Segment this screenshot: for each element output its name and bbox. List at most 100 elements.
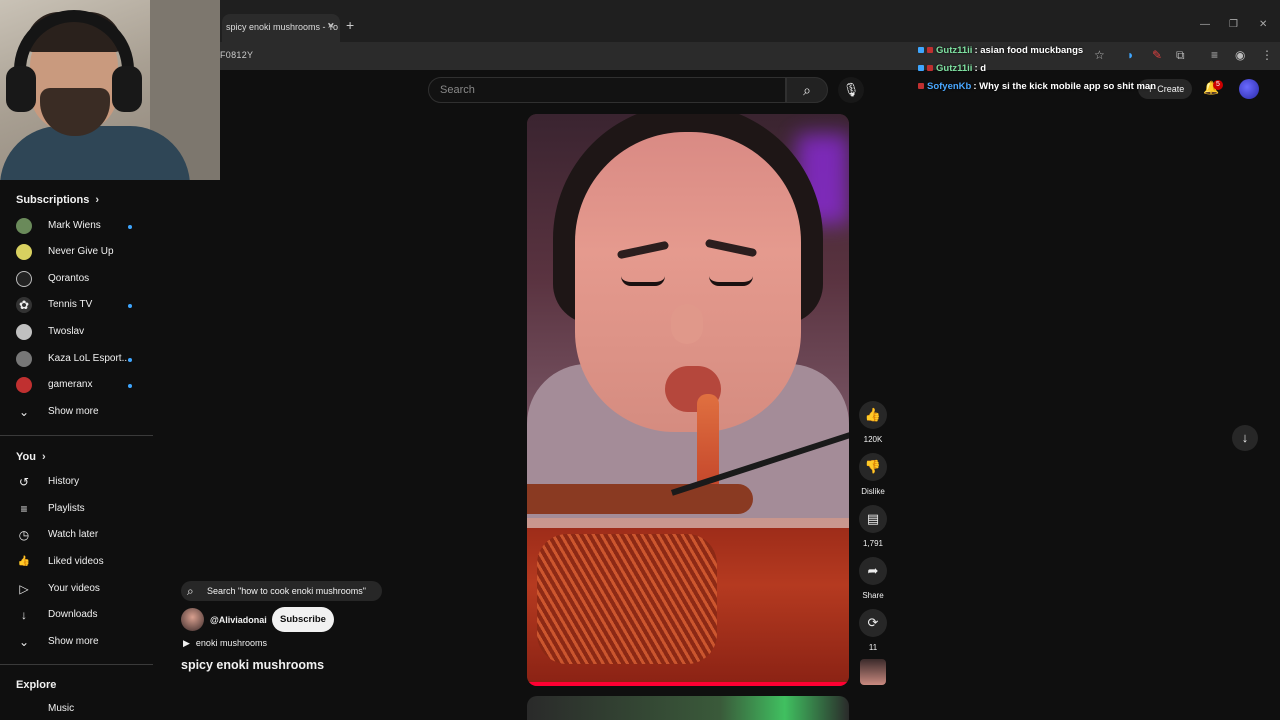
video-bowl-rim [527,518,849,528]
sidebar-item-qorantos[interactable]: Qorantos [0,267,153,293]
sidebar-item-label: gameranx [48,379,93,390]
sidebar-item-label: Music [48,703,75,714]
extension-icon[interactable]: ◗ [1127,48,1134,62]
subscribe-button[interactable]: Subscribe [272,607,334,632]
video-nose [671,304,703,344]
history-icon: ↺ [18,475,30,489]
clock-icon: ◷ [18,528,30,542]
dislike-button[interactable]: 👎 Dislike [859,453,887,496]
window-close-icon[interactable]: ✕ [1259,19,1267,30]
like-button[interactable]: 👍 120K [859,401,887,444]
search-button[interactable]: ⌕ [786,77,828,103]
sidebar-item-label: Kaza LoL Esport... [48,353,130,364]
profile-icon[interactable]: ◉ [1235,48,1245,62]
bookmark-star-icon[interactable]: ☆ [1094,48,1105,62]
like-count: 120K [863,435,883,444]
new-content-dot [128,384,132,388]
chat-message: Gutz11ii: asian food muckbangs [918,45,1083,56]
new-tab-button[interactable]: + [346,17,354,33]
chat-message: SofyenKb: Why si the kick mobile app so … [918,81,1156,92]
search-placeholder: Search [440,84,475,96]
video-progress-bar[interactable] [527,682,849,686]
remix-count: 11 [868,643,878,652]
sidebar-item-mark-wiens[interactable]: Mark Wiens [0,214,153,240]
browser-tab[interactable]: spicy enoki mushrooms - Yo × [222,14,340,42]
share-button[interactable]: ➦ Share [859,557,887,600]
you-heading[interactable]: You › [16,451,46,463]
media-icon[interactable]: ≡ [1211,48,1218,62]
chat-text: : asian food muckbangs [974,45,1084,56]
sidebar-item-twoslav[interactable]: Twoslav [0,320,153,346]
headphone-cup-left [6,66,36,112]
sidebar-item-label: Downloads [48,609,98,620]
new-content-dot [128,304,132,308]
minimize-icon[interactable]: — [1200,19,1210,30]
sidebar-item-label: Watch later [48,529,99,540]
sidebar-item-gameranx[interactable]: gameranx [0,373,153,399]
account-avatar[interactable] [1239,79,1259,99]
comment-icon: ▤ [859,505,887,533]
chevron-right-icon: › [41,451,46,463]
chevron-right-icon: › [95,194,100,206]
sidebar-item-music[interactable]: Music [0,697,153,720]
remix-button[interactable]: ⟳ 11 [859,609,887,652]
channel-avatar [16,351,32,367]
sidebar-item-downloads[interactable]: ↓ Downloads [0,603,153,629]
explore-heading: Explore [16,679,56,691]
sidebar-item-watch-later[interactable]: ◷ Watch later [0,523,153,549]
comments-button[interactable]: ▤ 1,791 [859,505,887,548]
your-videos-icon: ▷ [19,582,29,596]
maximize-icon[interactable]: ❐ [1229,19,1238,30]
notification-badge: 5 [1213,80,1223,90]
download-icon: ↓ [21,608,27,622]
sidebar-divider [0,435,153,436]
video-title: spicy enoki mushrooms [181,658,325,672]
search-input[interactable]: Search [428,77,786,103]
cam-shirt [0,126,190,180]
play-icon: ▶ [183,638,190,648]
next-short-preview[interactable] [527,696,849,720]
sidebar-item-playlists[interactable]: ≡ Playlists [0,497,153,523]
video-enoki [537,534,717,664]
show-more-label: Show more [48,406,99,417]
sidebar-item-kaza-lol[interactable]: Kaza LoL Esport... [0,347,153,373]
chat-badge-icon [927,47,933,53]
show-more-subscriptions[interactable]: ⌄ Show more [0,400,153,426]
playlist-link[interactable]: ▶ enoki mushrooms [183,638,267,649]
sidebar-item-never-give-up[interactable]: Never Give Up [0,240,153,266]
next-video-button[interactable]: ↓ [1232,425,1258,451]
headphone-cup-right [112,66,142,112]
menu-dots-icon[interactable]: ⋮ [1261,48,1273,62]
sidebar-item-label: Your videos [48,583,100,594]
sidebar-item-your-videos[interactable]: ▷ Your videos [0,577,153,603]
sidebar-item-liked-videos[interactable]: 👍 Liked videos [0,550,153,576]
share-icon: ➦ [859,557,887,585]
video-spoon [527,484,753,514]
chat-username: Gutz11ii [936,63,973,74]
channel-avatar [16,377,32,393]
chat-badge-icon [918,83,924,89]
show-more-you[interactable]: ⌄ Show more [0,630,153,656]
related-search-chip[interactable]: ⌕ Search "how to cook enoki mushrooms" [181,581,382,601]
chat-badge-icon [927,65,933,71]
chat-badge-icon [918,47,924,53]
mic-icon: 🎙 [842,82,860,97]
extension-icon[interactable]: ✎ [1152,48,1162,62]
you-title: You [16,451,36,463]
subscriptions-heading[interactable]: Subscriptions › [16,194,99,206]
tab-title: spicy enoki mushrooms - Yo [226,22,339,32]
shorts-video-player[interactable] [527,114,849,686]
url-text[interactable]: F0812Y [220,50,253,60]
tab-close-icon[interactable]: × [328,20,334,32]
sidebar-item-tennis-tv[interactable]: ✿ Tennis TV [0,293,153,319]
puzzle-icon[interactable]: ⧉ [1176,48,1185,63]
explore-title: Explore [16,679,57,691]
sidebar-item-history[interactable]: ↺ History [0,470,153,496]
channel-avatar[interactable] [181,608,204,631]
sidebar-item-label: Twoslav [48,326,85,337]
channel-thumbnail[interactable] [860,659,886,685]
channel-handle[interactable]: @Aliviadonai [210,615,267,625]
chat-text: : d [974,63,987,74]
thumbs-down-icon: 👎 [859,453,887,481]
voice-search-button[interactable]: 🎙 [838,77,864,103]
